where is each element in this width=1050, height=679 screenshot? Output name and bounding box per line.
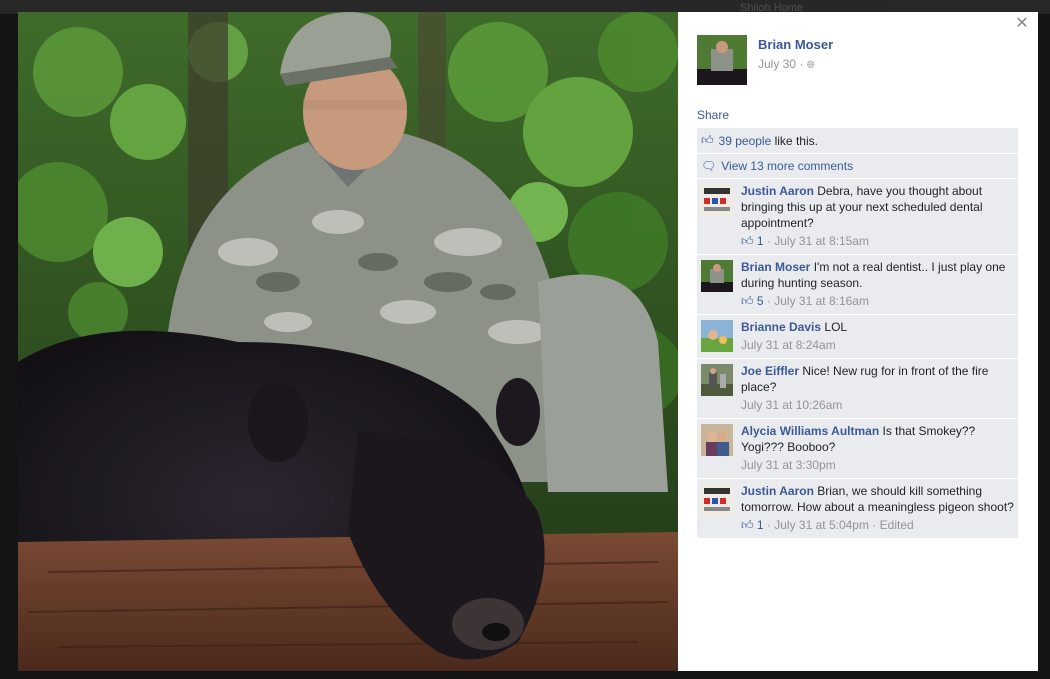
comment-like-count[interactable]: 1: [757, 518, 764, 532]
comment-item: Justin Aaron Brian, we should kill somet…: [697, 479, 1018, 539]
photo-viewer[interactable]: [18, 12, 678, 671]
likes-summary-row: 👍︎ 39 people like this.: [697, 128, 1018, 154]
comment-timestamp[interactable]: July 31 at 10:26am: [741, 398, 842, 412]
close-icon[interactable]: ✕: [1014, 16, 1030, 32]
comments-panel: ✕ Brian Moser July 30 · 🌐︎ Share 👍︎ 39 p…: [678, 12, 1038, 671]
commenter-avatar[interactable]: [701, 184, 733, 216]
comment-timestamp[interactable]: July 31 at 5:04pm: [774, 518, 869, 532]
commenter-avatar[interactable]: [701, 364, 733, 396]
feedback-section: 👍︎ 39 people like this. 🗨︎ View 13 more …: [697, 128, 1018, 539]
comment-author[interactable]: Joe Eiffler: [741, 364, 799, 378]
post-date: July 30 · 🌐︎: [758, 57, 833, 71]
comment-author[interactable]: Justin Aaron: [741, 484, 814, 498]
comment-meta: 👍︎ 1 · July 31 at 5:04pm · Edited: [741, 518, 914, 532]
comment-timestamp[interactable]: July 31 at 3:30pm: [741, 458, 836, 472]
comment-timestamp[interactable]: July 31 at 8:16am: [774, 294, 869, 308]
view-more-comments-link[interactable]: View 13 more comments: [721, 159, 853, 173]
comment-author[interactable]: Justin Aaron: [741, 184, 814, 198]
comment-author[interactable]: Brian Moser: [741, 260, 810, 274]
author-avatar[interactable]: [697, 35, 747, 85]
post-date-text[interactable]: July 30 ·: [758, 57, 803, 71]
post-author-header: Brian Moser July 30 · 🌐︎: [697, 35, 833, 85]
likes-count-link[interactable]: 39 people: [719, 134, 772, 148]
comment-text: LOL: [824, 320, 848, 334]
comment-like-count[interactable]: 5: [757, 294, 764, 308]
thumbs-up-icon: 👍︎: [741, 294, 754, 308]
comment-item: Brian Moser I'm not a real dentist.. I j…: [697, 255, 1018, 315]
thumbs-up-icon: 👍︎: [741, 518, 754, 532]
post-author-name[interactable]: Brian Moser: [758, 37, 833, 52]
comment-timestamp[interactable]: July 31 at 8:15am: [774, 234, 869, 248]
speech-bubble-icon: 🗨︎: [701, 159, 717, 173]
comment-meta: July 31 at 8:24am: [741, 337, 1014, 353]
commenter-avatar[interactable]: [701, 424, 733, 456]
comment-item: Joe Eiffler Nice! New rug for in front o…: [697, 359, 1018, 419]
likes-suffix: like this.: [771, 133, 818, 148]
commenter-avatar[interactable]: [701, 484, 733, 516]
commenter-avatar[interactable]: [701, 320, 733, 352]
comment-meta: July 31 at 10:26am: [741, 397, 1014, 413]
comment-meta: July 31 at 3:30pm: [741, 457, 1014, 473]
comment-meta: 👍︎ 5 · July 31 at 8:16am: [741, 294, 869, 308]
comment-author[interactable]: Alycia Williams Aultman: [741, 424, 879, 438]
share-link[interactable]: Share: [697, 108, 729, 122]
thumbs-up-icon: 👍︎: [701, 133, 714, 147]
view-more-comments-row[interactable]: 🗨︎ View 13 more comments: [697, 154, 1018, 179]
comment-item: Brianne Davis LOL July 31 at 8:24am: [697, 315, 1018, 359]
comment-author[interactable]: Brianne Davis: [741, 320, 821, 334]
comment-item: Justin Aaron Debra, have you thought abo…: [697, 179, 1018, 255]
hunting-photo: [18, 12, 678, 671]
comment-like-count[interactable]: 1: [757, 234, 764, 248]
comment-item: Alycia Williams Aultman Is that Smokey??…: [697, 419, 1018, 479]
thumbs-up-icon: 👍︎: [741, 234, 754, 248]
commenter-avatar[interactable]: [701, 260, 733, 292]
globe-icon: 🌐︎: [806, 60, 815, 71]
comment-meta: 👍︎ 1 · July 31 at 8:15am: [741, 234, 869, 248]
comment-edited-label[interactable]: · Edited: [872, 518, 913, 532]
comment-timestamp[interactable]: July 31 at 8:24am: [741, 338, 836, 352]
